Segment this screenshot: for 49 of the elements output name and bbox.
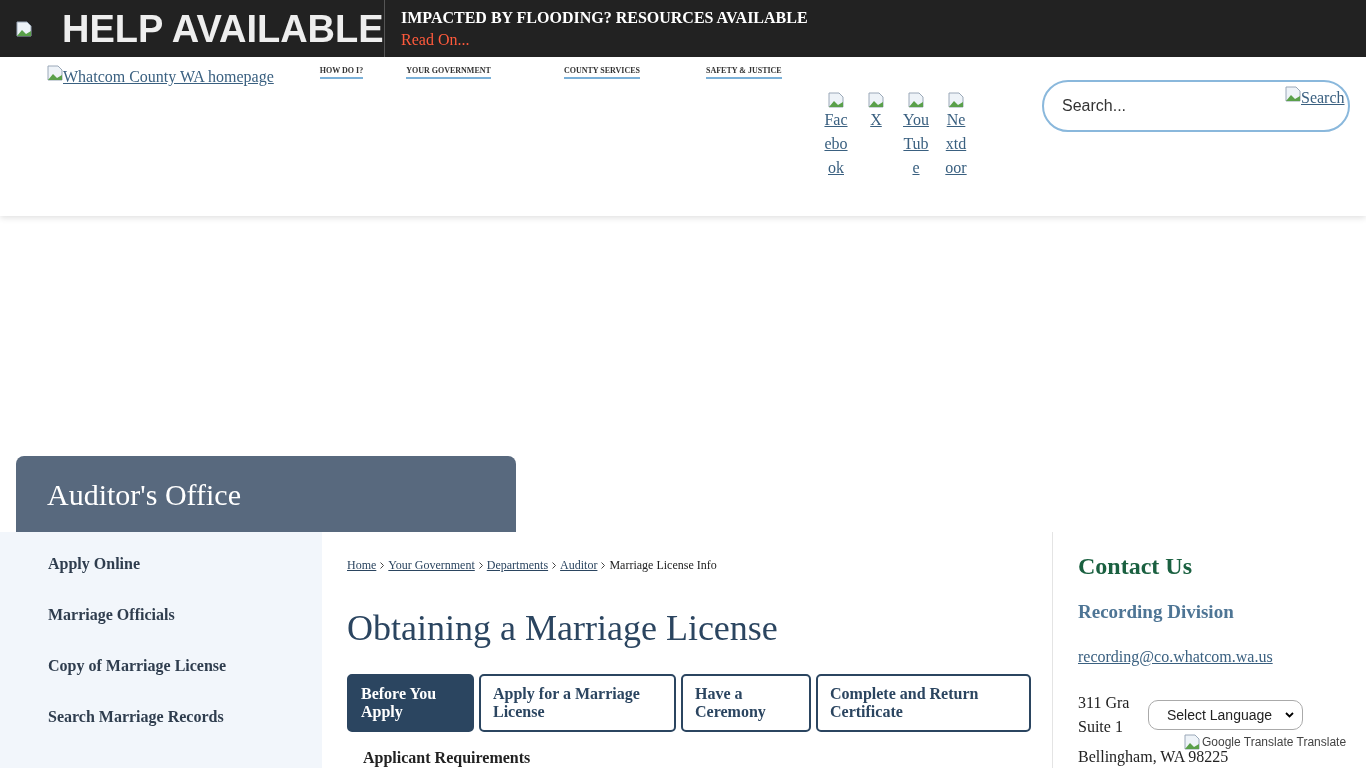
sidebar-link[interactable]: Copy of Marriage License — [48, 656, 227, 676]
contact-title: Contact Us — [1078, 552, 1192, 581]
breadcrumb-link[interactable]: Departments — [486, 556, 549, 574]
alert-headline: IMPACTED BY FLOODING? RESOURCES AVAILABLE — [401, 7, 808, 28]
social-link[interactable]: Nextdoor — [940, 92, 972, 180]
sidebar-link[interactable]: Marriage Officials — [48, 605, 175, 625]
chevron-icon — [478, 561, 483, 569]
page-title: Obtaining a Marriage License — [347, 607, 779, 650]
tab[interactable]: Before You Apply — [347, 674, 474, 732]
tab[interactable]: Complete and Return Certificate — [816, 674, 1031, 732]
language-select[interactable]: Select Language — [1148, 700, 1303, 730]
social-link[interactable]: YouTube — [900, 92, 932, 180]
translate-label: Google Translate Translate — [1202, 734, 1347, 751]
email-link[interactable]: recording@co.whatcom.wa.us — [1078, 644, 1273, 669]
nav-link[interactable]: SAFETY & JUSTICE — [706, 67, 782, 79]
social-link[interactable]: Facebook — [820, 92, 852, 180]
breadcrumb-link[interactable]: Auditor — [560, 556, 598, 574]
broken-image-icon — [948, 92, 964, 108]
search-button[interactable]: Search — [1285, 86, 1345, 110]
chevron-icon — [380, 561, 385, 569]
broken-image-icon — [868, 92, 884, 108]
homepage-logo-link[interactable]: Whatcom County WA homepage — [47, 65, 274, 87]
broken-image-icon — [1285, 86, 1301, 102]
sidebar-link[interactable]: Apply Online — [48, 554, 141, 574]
tab[interactable]: Have a Ceremony — [681, 674, 811, 732]
section-heading: Applicant Requirements — [363, 748, 531, 768]
broken-image-icon — [828, 92, 844, 108]
broken-image-icon — [16, 20, 32, 37]
breadcrumb-current: Marriage License Info — [609, 557, 717, 574]
broken-image-icon — [908, 92, 924, 108]
breadcrumb-link[interactable]: Your Government — [388, 556, 475, 574]
chevron-icon — [601, 561, 606, 569]
alert-title: HELP AVAILABLE — [62, 9, 384, 48]
broken-image-icon — [47, 65, 63, 81]
chevron-icon — [552, 561, 557, 569]
broken-image-icon — [1184, 734, 1200, 750]
department-title: Auditor's Office — [47, 476, 241, 513]
tab[interactable]: Apply for a Marriage License — [479, 674, 676, 732]
nav-link[interactable]: COUNTY SERVICES — [563, 67, 640, 79]
nav-link[interactable]: YOUR GOVERNMENT — [406, 67, 491, 79]
division-title: Recording Division — [1078, 600, 1234, 624]
chevron-down-icon — [1285, 712, 1294, 718]
read-on-link[interactable]: Read On... — [401, 28, 808, 51]
address-line: 311 Gra — [1078, 692, 1130, 713]
address-line: Suite 1 — [1078, 716, 1123, 737]
breadcrumb-link[interactable]: Home — [347, 556, 377, 574]
social-link[interactable]: X — [860, 92, 892, 180]
sidebar-link[interactable]: Search Marriage Records — [48, 707, 224, 727]
nav-link[interactable]: HOW DO I? — [319, 67, 364, 79]
